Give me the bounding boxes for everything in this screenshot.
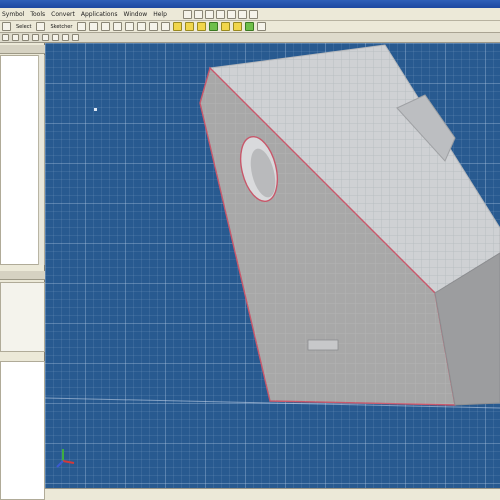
datum-point-marker — [94, 108, 97, 111]
menu-convert[interactable]: Convert — [51, 11, 75, 18]
layer-header — [0, 271, 45, 280]
datum-point-icon[interactable] — [101, 22, 111, 31]
coordinate-triad-icon — [56, 449, 75, 468]
menu-applications[interactable]: Applications — [81, 11, 118, 18]
spin-icon[interactable] — [226, 9, 236, 19]
graphics-viewport[interactable] — [45, 43, 500, 488]
redo-icon[interactable] — [193, 9, 203, 19]
new-icon[interactable] — [2, 34, 9, 41]
model-tree-header — [0, 45, 45, 54]
chamfer-icon[interactable] — [221, 22, 231, 31]
sketcher-button[interactable]: Sketcher — [48, 24, 74, 30]
sketch-icon[interactable] — [36, 22, 46, 31]
round-icon[interactable] — [209, 22, 219, 31]
main-toolbar: Select Sketcher — [0, 21, 500, 33]
properties-list[interactable] — [0, 361, 45, 500]
repaint-icon[interactable] — [42, 34, 49, 41]
revolve-icon[interactable] — [149, 22, 159, 31]
menu-tools[interactable]: Tools — [30, 11, 45, 18]
arrow-icon[interactable] — [2, 22, 11, 31]
menu-window[interactable]: Window — [124, 11, 148, 18]
open-icon[interactable] — [12, 34, 19, 41]
menu-symbol[interactable]: Symbol — [2, 11, 24, 18]
orient-icon[interactable] — [248, 9, 258, 19]
window-titlebar — [0, 0, 500, 8]
hidden-line-icon[interactable] — [72, 34, 79, 41]
extrude-icon[interactable] — [137, 22, 147, 31]
zoom-icon[interactable] — [204, 9, 214, 19]
quick-tools — [182, 9, 258, 19]
view-toolbar — [0, 33, 500, 43]
sketch-tool-icon[interactable] — [125, 22, 135, 31]
model-tree-panel — [0, 43, 45, 500]
print-icon[interactable] — [32, 34, 39, 41]
undo-icon[interactable] — [182, 9, 192, 19]
menu-bar: Symbol Tools Convert Applications Window… — [0, 8, 500, 21]
layer-list[interactable] — [0, 282, 45, 352]
datum-plane-icon[interactable] — [77, 22, 87, 31]
sweep-icon[interactable] — [161, 22, 171, 31]
wireframe-icon[interactable] — [62, 34, 69, 41]
save-icon[interactable] — [22, 34, 29, 41]
status-bar — [45, 488, 500, 500]
mirror-icon[interactable] — [257, 22, 267, 31]
select-dropdown[interactable]: Select — [14, 24, 33, 30]
rib-icon[interactable] — [197, 22, 207, 31]
shading-icon[interactable] — [52, 34, 59, 41]
shell-icon[interactable] — [185, 22, 195, 31]
draft-icon[interactable] — [233, 22, 243, 31]
menu-help[interactable]: Help — [153, 11, 167, 18]
model-canvas — [45, 44, 500, 468]
pattern-icon[interactable] — [245, 22, 255, 31]
dimension-tag[interactable] — [307, 339, 339, 351]
pan-icon[interactable] — [237, 9, 247, 19]
coord-sys-icon[interactable] — [113, 22, 123, 31]
refit-icon[interactable] — [215, 9, 225, 19]
model-tree-scrollbar[interactable] — [38, 55, 44, 265]
datum-axis-icon[interactable] — [89, 22, 99, 31]
hole-icon[interactable] — [173, 22, 183, 31]
